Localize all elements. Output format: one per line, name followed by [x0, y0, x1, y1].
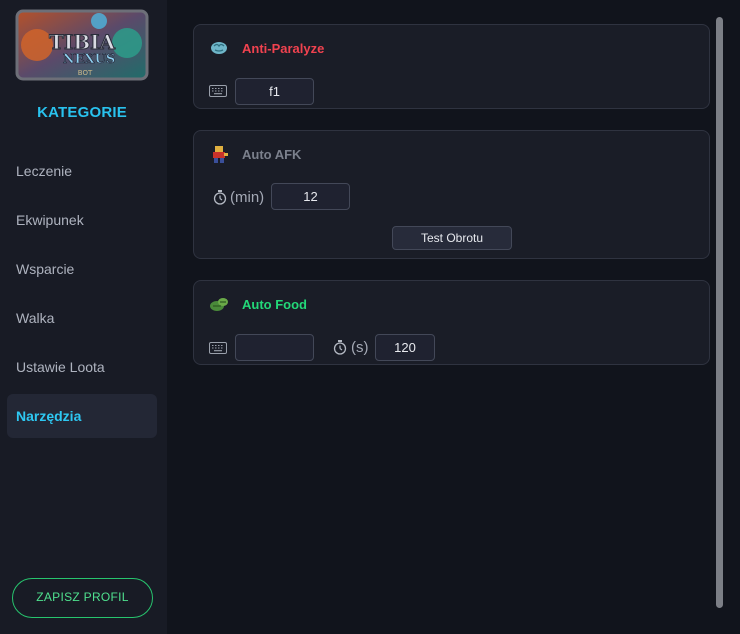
auto-food-interval-label: (s): [351, 339, 369, 356]
svg-text:TIBIA: TIBIA: [49, 30, 115, 54]
sidebar-item-walka[interactable]: Walka: [7, 296, 157, 340]
anti-paralyze-card: Anti-Paralyze f1: [193, 24, 710, 109]
save-profile-button[interactable]: ZAPISZ PROFIL: [12, 578, 153, 618]
sidebar-item-ustawie-loota[interactable]: Ustawie Loota: [7, 345, 157, 389]
svg-text:NEXUS: NEXUS: [63, 52, 116, 67]
test-rotation-button[interactable]: Test Obrotu: [392, 226, 512, 250]
keyboard-icon: [209, 342, 227, 354]
brain-icon: [211, 42, 227, 54]
categories-title: KATEGORIE: [37, 104, 127, 121]
anti-paralyze-hotkey-input[interactable]: f1: [235, 78, 314, 105]
auto-afk-title: Auto AFK: [242, 147, 302, 162]
runner-icon: [213, 146, 228, 163]
sidebar-item-leczenie[interactable]: Leczenie: [7, 149, 157, 193]
sidebar-item-ekwipunek[interactable]: Ekwipunek: [7, 198, 157, 242]
main-panel: Anti-Paralyze f1 Auto AFK (min) 12 Test …: [167, 0, 740, 634]
stopwatch-icon: [333, 340, 347, 355]
auto-food-hotkey-input[interactable]: [235, 334, 314, 361]
auto-afk-card: Auto AFK (min) 12 Test Obrotu: [193, 130, 710, 259]
auto-afk-interval-label: (min): [230, 189, 265, 206]
app-logo: TIBIA NEXUS BOT: [15, 9, 149, 81]
auto-food-card: Auto Food (s) 120: [193, 280, 710, 365]
sidebar: TIBIA NEXUS BOT KATEGORIE Leczenie Ekwip…: [0, 0, 167, 634]
sidebar-item-narzedzia[interactable]: Narzędzia: [7, 394, 157, 438]
auto-food-interval-input[interactable]: 120: [375, 334, 435, 361]
keyboard-icon: [209, 85, 227, 97]
anti-paralyze-title: Anti-Paralyze: [242, 41, 325, 56]
food-icon: [210, 298, 228, 311]
scrollbar[interactable]: [716, 17, 723, 608]
sidebar-item-wsparcie[interactable]: Wsparcie: [7, 247, 157, 291]
svg-text:BOT: BOT: [78, 69, 93, 77]
auto-food-title: Auto Food: [242, 297, 307, 312]
auto-afk-interval-input[interactable]: 12: [271, 183, 350, 210]
stopwatch-icon: [213, 190, 227, 205]
